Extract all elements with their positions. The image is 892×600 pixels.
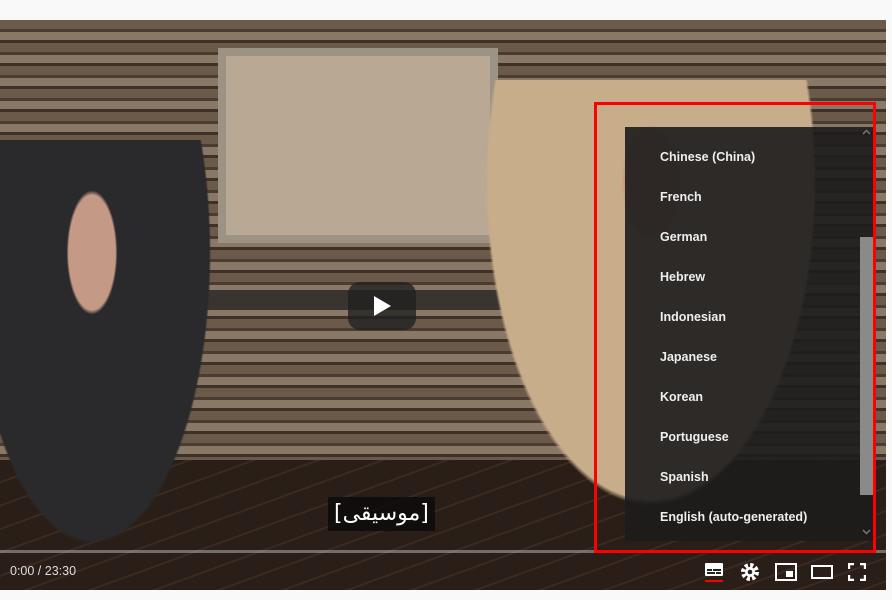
play-button[interactable] [348, 282, 416, 330]
fullscreen-button[interactable] [845, 561, 869, 583]
settings-button[interactable] [738, 561, 762, 583]
highlight-box [594, 102, 876, 553]
time-display: 0:00 / 23:30 [10, 564, 77, 578]
fullscreen-icon [848, 563, 866, 581]
caption-text: [موسيقى] [328, 497, 435, 531]
play-icon [374, 296, 391, 316]
theater-mode-icon [811, 565, 833, 579]
subtitles-icon [705, 563, 723, 582]
settings-icon [741, 563, 759, 581]
miniplayer-icon [775, 563, 797, 581]
person-left [0, 140, 230, 590]
theater-mode-button[interactable] [810, 561, 834, 583]
subtitles-button[interactable] [702, 561, 726, 583]
miniplayer-button[interactable] [774, 561, 798, 583]
cork-board [218, 48, 498, 243]
